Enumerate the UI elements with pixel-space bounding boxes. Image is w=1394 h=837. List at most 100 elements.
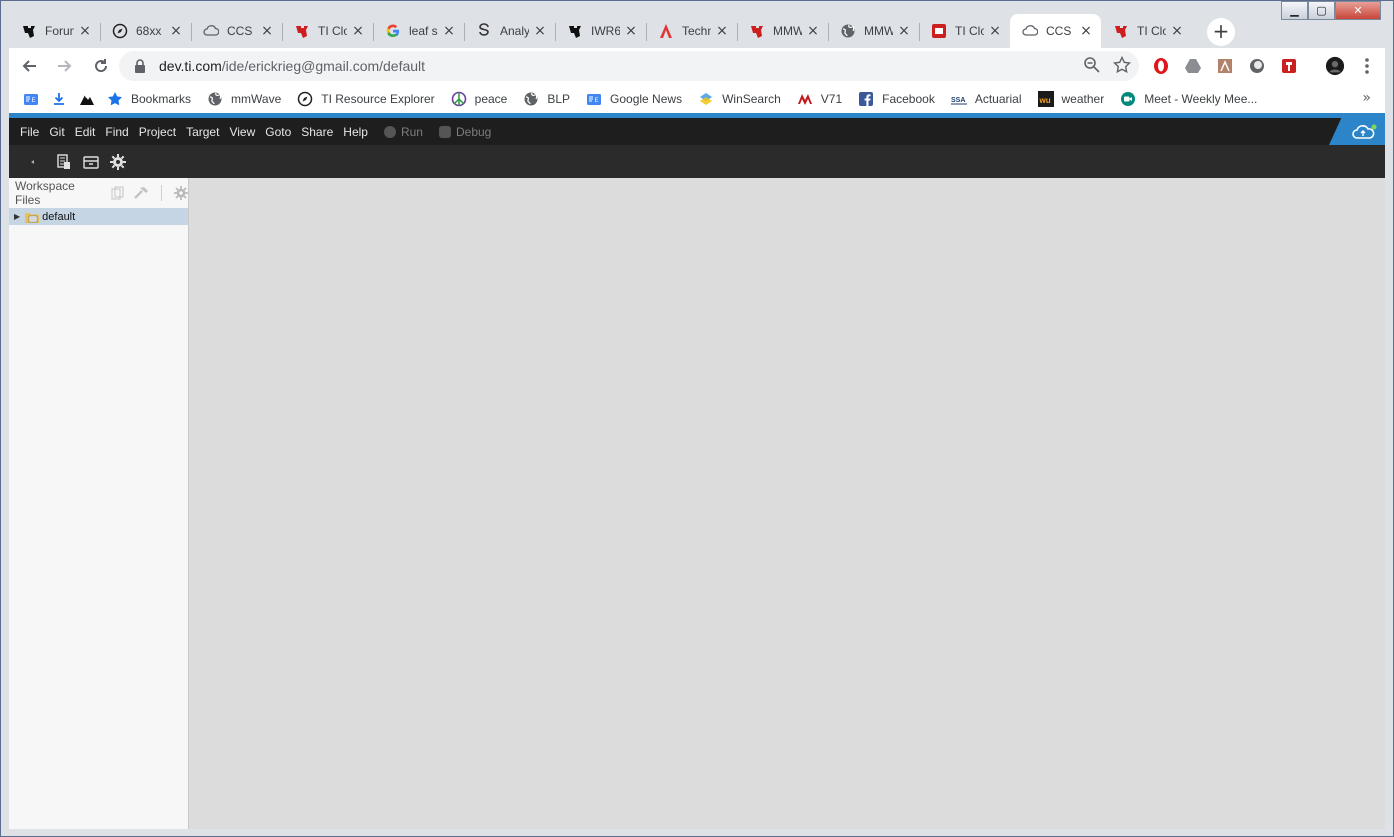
menu-item-help[interactable]: Help: [343, 125, 368, 139]
bookmark-item[interactable]: TI Resource Explorer: [297, 91, 435, 107]
bookmark-item[interactable]: mmWave: [207, 91, 281, 107]
tab-close-icon[interactable]: ×: [533, 23, 547, 39]
bookmark-item[interactable]: Meet - Weekly Mee...: [1120, 91, 1257, 107]
project-panel-button[interactable]: [81, 152, 101, 172]
tab-close-icon[interactable]: ×: [169, 23, 183, 39]
menu-item-target[interactable]: Target: [186, 125, 219, 139]
tab-close-icon[interactable]: ×: [78, 23, 92, 39]
extensions: [1151, 56, 1377, 76]
browser-tab[interactable]: MMW ×: [737, 14, 828, 48]
tree-item-default[interactable]: ▶ default: [9, 208, 188, 225]
bookmark-item[interactable]: E: [23, 91, 47, 107]
browser-tab[interactable]: CCS C ×: [191, 14, 282, 48]
bookmark-label: Actuarial: [974, 91, 1022, 106]
copy-icon[interactable]: [111, 186, 125, 200]
run-button[interactable]: Run: [383, 125, 423, 139]
bookmark-item[interactable]: [79, 91, 103, 107]
tab-title: TI Clo: [1137, 24, 1166, 38]
bookmark-label: weather: [1061, 91, 1105, 106]
compass-icon: [297, 91, 313, 107]
menu-item-share[interactable]: Share: [301, 125, 333, 139]
close-window-button[interactable]: ✕: [1335, 1, 1381, 20]
browser-tab[interactable]: Analy ×: [464, 14, 555, 48]
bookmark-label: Google News: [610, 91, 683, 106]
browser-tab[interactable]: Techn ×: [646, 14, 737, 48]
bookmark-star-icon[interactable]: [1113, 56, 1131, 74]
editor-area[interactable]: [189, 178, 1385, 829]
browser-tab[interactable]: 68xx ×: [100, 14, 191, 48]
bookmark-item[interactable]: V71: [797, 91, 842, 107]
collapse-panel-button[interactable]: [23, 152, 43, 172]
menu-item-project[interactable]: Project: [139, 125, 176, 139]
profile-avatar[interactable]: [1325, 56, 1345, 76]
expand-arrow-icon[interactable]: ▶: [14, 212, 20, 221]
bookmark-item[interactable]: SSA Actuarial: [950, 91, 1022, 107]
reload-button[interactable]: [85, 50, 117, 82]
browser-tab[interactable]: TI Clo ×: [1101, 14, 1192, 48]
bookmark-item[interactable]: [51, 91, 75, 107]
bookmark-label: TI Resource Explorer: [321, 91, 435, 106]
tab-close-icon[interactable]: ×: [1170, 23, 1184, 39]
bookmark-item[interactable]: WinSearch: [698, 91, 781, 107]
tab-close-icon[interactable]: ×: [260, 23, 274, 39]
acrobat-extension-icon[interactable]: [1215, 56, 1235, 76]
circle-extension-icon[interactable]: [1247, 56, 1267, 76]
gear-icon[interactable]: [174, 186, 188, 200]
debug-button[interactable]: Debug: [438, 125, 491, 139]
address-bar[interactable]: dev.ti.com/ide/erickrieg@gmail.com/defau…: [119, 51, 1139, 81]
browser-tab[interactable]: Forun ×: [9, 14, 100, 48]
url-path: /ide/erickrieg@gmail.com/default: [221, 58, 426, 74]
chrome-menu-icon[interactable]: [1357, 56, 1377, 76]
tab-close-icon[interactable]: ×: [442, 23, 456, 39]
new-tab-button[interactable]: +: [1207, 18, 1235, 46]
zoom-out-icon[interactable]: [1083, 56, 1101, 74]
ti-extension-icon[interactable]: [1279, 56, 1299, 76]
bookmark-label: peace: [474, 91, 508, 106]
menu-item-edit[interactable]: Edit: [75, 125, 96, 139]
bookmark-label: mmWave: [231, 91, 282, 106]
window-controls: ▁ ▢ ✕: [1281, 1, 1381, 21]
bookmark-label: BLP: [547, 91, 571, 106]
bookmarks-overflow-button[interactable]: »: [1362, 90, 1371, 106]
menu-item-view[interactable]: View: [229, 125, 255, 139]
maximize-button[interactable]: ▢: [1308, 1, 1335, 20]
hammer-icon[interactable]: [133, 186, 149, 200]
browser-tab[interactable]: TI Clo ×: [919, 14, 1010, 48]
tab-close-icon[interactable]: ×: [897, 23, 911, 39]
tab-close-icon[interactable]: ×: [624, 23, 638, 39]
bookmark-item[interactable]: E Google News: [586, 91, 682, 107]
tab-close-icon[interactable]: ×: [988, 23, 1002, 39]
browser-tab[interactable]: TI Clo ×: [282, 14, 373, 48]
bookmark-item[interactable]: Bookmarks: [107, 91, 191, 107]
minimize-button[interactable]: ▁: [1281, 1, 1308, 20]
settings-button[interactable]: [108, 152, 128, 172]
browser-tab[interactable]: MMW ×: [828, 14, 919, 48]
bookmark-item[interactable]: wu weather: [1037, 90, 1105, 107]
svg-text:E: E: [32, 98, 36, 104]
menu-item-find[interactable]: Find: [105, 125, 128, 139]
caret-left-icon: [31, 159, 34, 164]
menu-item-file[interactable]: File: [20, 125, 39, 139]
tab-close-icon[interactable]: ×: [806, 23, 820, 39]
browser-tab[interactable]: IWR6 ×: [555, 14, 646, 48]
bookmark-item[interactable]: BLP: [523, 91, 570, 107]
file-explorer-button[interactable]: [54, 152, 74, 172]
menu-item-git[interactable]: Git: [49, 125, 64, 139]
gear-icon: [110, 153, 126, 170]
google-icon: [385, 23, 401, 39]
browser-toolbar: dev.ti.com/ide/erickrieg@gmail.com/defau…: [9, 48, 1385, 84]
globe-icon: [840, 23, 856, 39]
menu-item-goto[interactable]: Goto: [265, 125, 291, 139]
browser-tab[interactable]: leaf s ×: [373, 14, 464, 48]
back-button[interactable]: [13, 50, 45, 82]
tab-close-icon[interactable]: ×: [1079, 23, 1093, 39]
bookmark-item[interactable]: peace: [451, 91, 508, 107]
forward-button[interactable]: [49, 50, 81, 82]
tab-close-icon[interactable]: ×: [715, 23, 729, 39]
tab-close-icon[interactable]: ×: [351, 23, 365, 39]
browser-tab[interactable]: CCS ×: [1010, 14, 1101, 48]
tab-title: TI Clo: [955, 24, 984, 38]
opera-extension-icon[interactable]: [1151, 56, 1171, 76]
drive-extension-icon[interactable]: [1183, 56, 1203, 76]
bookmark-item[interactable]: Facebook: [858, 91, 935, 107]
